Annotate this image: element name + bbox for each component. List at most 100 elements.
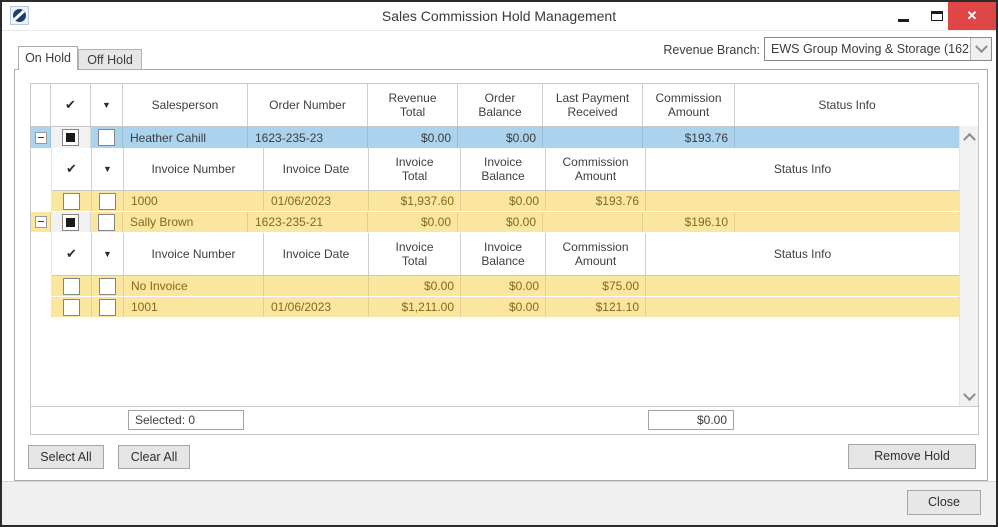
chevron-down-icon [974,39,988,53]
commission-amount-column-header[interactable]: Commission Amount [546,233,646,275]
status-info-cell [646,297,959,317]
invoice-number-column-header[interactable]: Invoice Number [124,233,264,275]
status-info-column-header[interactable]: Status Info [646,148,959,190]
invoice-number-cell: 1000 [124,191,264,211]
invoice-select-checkbox[interactable] [63,277,80,295]
salesperson-cell: Heather Cahill [123,127,248,148]
invoice-date-column-header[interactable]: Invoice Date [264,233,369,275]
revenue-branch-dropdown[interactable]: EWS Group Moving & Storage (1623) [764,37,992,61]
scroll-down-button[interactable] [960,388,978,406]
commission-amount-cell: $196.10 [643,212,735,232]
invoice-balance-column-header[interactable]: Invoice Balance [461,233,546,275]
flag-column-header[interactable]: ▼ [91,84,123,126]
invoice-total-cell: $1,211.00 [369,297,461,317]
group-flag-checkbox[interactable] [98,129,115,146]
revenue-total-column-header[interactable]: Revenue Total [368,84,458,126]
group-select-checkbox[interactable] [62,129,79,146]
tab-off-hold[interactable]: Off Hold [78,49,142,70]
close-window-button[interactable]: ✕ [948,2,996,30]
invoice-select-checkbox[interactable] [63,298,80,316]
select-cell [52,276,92,296]
invoice-grid-header-row: ✔ ▼ Invoice Number Invoice Date Invoice … [52,148,959,191]
order-balance-cell: $0.00 [458,212,543,232]
invoice-subgrid: ✔ ▼ Invoice Number Invoice Date Invoice … [51,233,959,318]
select-cell [52,297,92,317]
salesperson-column-header[interactable]: Salesperson [123,84,248,126]
select-all-button[interactable]: Select All [28,445,104,469]
invoice-flag-checkbox[interactable] [99,192,116,210]
commission-amount-column-header[interactable]: Commission Amount [546,148,646,190]
invoice-flag-checkbox[interactable] [99,298,116,316]
tab-on-hold[interactable]: On Hold [18,46,78,70]
order-number-cell: 1623-235-23 [248,127,368,148]
invoice-flag-checkbox[interactable] [99,277,116,295]
window-title: Sales Commission Hold Management [381,8,617,24]
invoice-row[interactable]: No Invoice $0.00 $0.00 $75.00 [52,276,959,297]
flag-cell [92,276,124,296]
group-row[interactable]: Heather Cahill 1623-235-23 $0.00 $0.00 $… [31,127,959,148]
collapse-expander-icon[interactable] [34,131,47,144]
last-payment-cell [543,212,643,232]
invoice-total-cell: $0.00 [369,276,461,296]
invoice-date-column-header[interactable]: Invoice Date [264,148,369,190]
check-icon: ✔ [66,246,77,262]
commission-amount-cell: $193.76 [643,127,735,148]
order-number-column-header[interactable]: Order Number [248,84,368,126]
status-info-cell [646,191,959,211]
invoice-balance-cell: $0.00 [461,191,546,211]
invoice-row[interactable]: 1000 01/06/2023 $1,937.60 $0.00 $193.76 [52,191,959,212]
bottom-strip: Close [2,481,996,525]
dropdown-button[interactable] [970,38,991,60]
select-column-header[interactable]: ✔ [51,84,91,126]
last-payment-column-header[interactable]: Last Payment Received [543,84,643,126]
salesperson-cell: Sally Brown [123,212,248,232]
check-icon: ✔ [65,97,76,113]
revenue-total-cell: $0.00 [368,212,458,232]
select-column-header[interactable]: ✔ [52,233,92,275]
invoice-grid-header-row: ✔ ▼ Invoice Number Invoice Date Invoice … [52,233,959,276]
title-bar[interactable]: Sales Commission Hold Management ✕ [2,2,996,31]
revenue-branch-label: Revenue Branch: [663,43,760,57]
remove-hold-button[interactable]: Remove Hold [848,444,976,469]
invoice-total-column-header[interactable]: Invoice Total [369,233,461,275]
invoice-row[interactable]: 1001 01/06/2023 $1,211.00 $0.00 $121.10 [52,297,959,318]
last-payment-cell [543,127,643,148]
flag-column-header[interactable]: ▼ [92,233,124,275]
group-row[interactable]: Sally Brown 1623-235-21 $0.00 $0.00 $196… [31,212,959,233]
flag-cell [91,127,123,148]
vertical-scrollbar[interactable] [959,126,978,408]
close-icon: ✕ [966,8,978,23]
grid-footer: Selected: 0 $0.00 [31,406,978,434]
invoice-subgrid: ✔ ▼ Invoice Number Invoice Date Invoice … [51,148,959,212]
select-column-header[interactable]: ✔ [52,148,92,190]
group-flag-checkbox[interactable] [98,213,115,231]
status-info-cell [646,276,959,296]
expander-cell [31,212,51,232]
invoice-balance-column-header[interactable]: Invoice Balance [461,148,546,190]
status-info-column-header[interactable]: Status Info [646,233,959,275]
chevron-up-icon [962,132,976,146]
on-hold-tab-panel: ✔ ▼ Salesperson Order Number Revenue Tot… [14,69,988,481]
group-select-checkbox[interactable] [62,213,79,231]
revenue-branch-value: EWS Group Moving & Storage (1623) [771,42,970,56]
close-button[interactable]: Close [907,490,981,515]
flag-cell [91,212,123,232]
commission-amount-cell: $193.76 [546,191,646,211]
invoice-select-checkbox[interactable] [63,192,80,210]
minimize-button[interactable] [886,2,920,30]
order-balance-column-header[interactable]: Order Balance [458,84,543,126]
invoice-total-column-header[interactable]: Invoice Total [369,148,461,190]
flag-cell [92,297,124,317]
clear-all-button[interactable]: Clear All [118,445,190,469]
status-info-column-header[interactable]: Status Info [735,84,959,126]
expander-cell [31,127,51,148]
collapse-expander-icon[interactable] [34,216,47,228]
commission-amount-column-header[interactable]: Commission Amount [643,84,735,126]
invoice-number-column-header[interactable]: Invoice Number [124,148,264,190]
commission-total-box: $0.00 [648,410,734,430]
select-cell [52,191,92,211]
sales-commission-hold-dialog: Sales Commission Hold Management ✕ On Ho… [0,0,998,527]
check-icon: ✔ [66,161,77,177]
scroll-up-button[interactable] [960,128,978,146]
flag-column-header[interactable]: ▼ [92,148,124,190]
